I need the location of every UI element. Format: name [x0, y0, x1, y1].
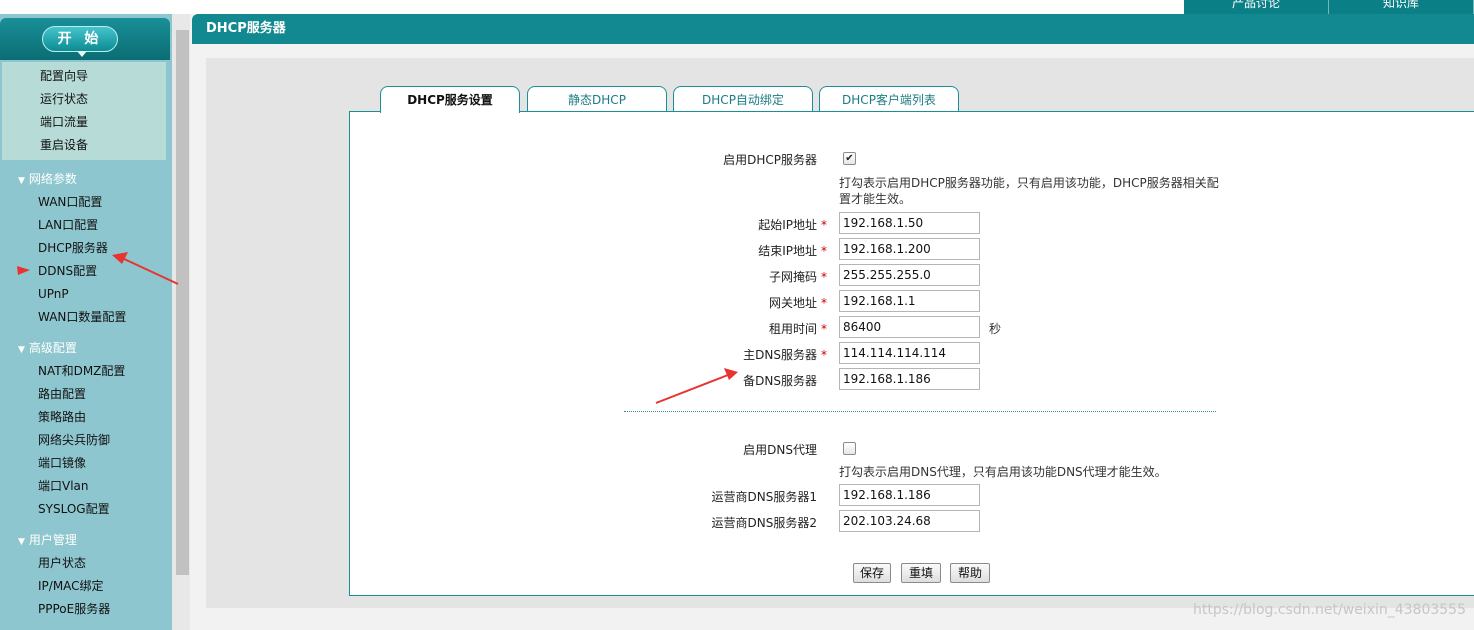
nav-item-nat-dmz[interactable]: NAT和DMZ配置: [0, 360, 172, 383]
top-nav-link-1[interactable]: 产品讨论: [1184, 0, 1329, 14]
nav-item-lan[interactable]: LAN口配置: [0, 214, 172, 237]
sidebar-scrollbar-thumb[interactable]: [176, 30, 189, 575]
top-nav-link-2[interactable]: 知识库: [1329, 0, 1474, 14]
nav-item-defense[interactable]: 网络尖兵防御: [0, 429, 172, 452]
start-button[interactable]: 开 始: [42, 26, 118, 57]
page-title: DHCP服务器: [192, 14, 1474, 44]
enable-dhcp-checkbox[interactable]: ✔: [843, 152, 856, 165]
primary-dns-label: 主DNS服务器 *: [743, 348, 827, 362]
section-divider: [624, 411, 1216, 412]
nav-item-policy-routing[interactable]: 策略路由: [0, 406, 172, 429]
save-button[interactable]: 保存: [853, 563, 891, 583]
nav-item-run-status[interactable]: 运行状态: [2, 88, 166, 111]
nav-item-pppoe-server[interactable]: PPPoE服务器: [0, 598, 172, 621]
nav-item-routing[interactable]: 路由配置: [0, 383, 172, 406]
check-icon: ✔: [845, 153, 854, 164]
tab-dhcp-auto-bind[interactable]: DHCP自动绑定: [673, 86, 813, 112]
nav-item-config-wizard[interactable]: 配置向导: [2, 65, 166, 88]
end-ip-input[interactable]: [839, 238, 980, 260]
nav-item-wan-count[interactable]: WAN口数量配置: [0, 306, 172, 329]
nav-item-port-traffic[interactable]: 端口流量: [2, 111, 166, 134]
quick-menu: 配置向导 运行状态 端口流量 重启设备: [2, 62, 166, 160]
subnet-mask-label: 子网掩码 *: [768, 270, 827, 284]
nav-group-users[interactable]: ▼ 用户管理: [0, 529, 172, 552]
primary-dns-input[interactable]: [839, 342, 980, 364]
nav-item-ddns[interactable]: DDNS配置: [0, 260, 172, 283]
reset-button[interactable]: 重填: [901, 563, 941, 583]
isp-dns1-input[interactable]: [839, 484, 980, 506]
nav-group-label: 高级配置: [28, 341, 77, 355]
triangle-down-icon: ▼: [18, 345, 25, 355]
nav-item-ip-mac-bind[interactable]: IP/MAC绑定: [0, 575, 172, 598]
top-strip: 产品讨论 知识库: [0, 0, 1474, 14]
top-nav: 产品讨论 知识库: [1184, 0, 1474, 14]
subnet-mask-input[interactable]: [839, 264, 980, 286]
secondary-dns-label: 备DNS服务器: [743, 374, 817, 388]
logo: [0, 0, 210, 10]
nav-item-port-vlan[interactable]: 端口Vlan: [0, 475, 172, 498]
sidebar: 开 始 配置向导 运行状态 端口流量 重启设备 ▼ 网络参数 WAN口配置 LAN…: [0, 14, 172, 630]
triangle-down-icon: ▼: [18, 176, 25, 186]
secondary-dns-input[interactable]: [839, 368, 980, 390]
enable-dhcp-label: 启用DHCP服务器: [723, 153, 817, 167]
nav-item-wan[interactable]: WAN口配置: [0, 191, 172, 214]
start-header: 开 始: [0, 18, 170, 60]
gateway-label: 网关地址 *: [768, 296, 827, 310]
enable-dns-proxy-checkbox[interactable]: [843, 442, 856, 455]
gateway-input[interactable]: [839, 290, 980, 312]
nav-item-upnp[interactable]: UPnP: [0, 283, 172, 306]
enable-dhcp-hint: 打勾表示启用DHCP服务器功能，只有启用该功能，DHCP服务器相关配置才能生效。: [839, 176, 1219, 206]
nav-item-user-status[interactable]: 用户状态: [0, 552, 172, 575]
nav-group-advanced[interactable]: ▼ 高级配置: [0, 337, 172, 360]
nav-item-port-mirror[interactable]: 端口镜像: [0, 452, 172, 475]
nav-group-label: 用户管理: [28, 533, 77, 547]
isp-dns1-label: 运营商DNS服务器1: [711, 490, 817, 504]
nav-group-label: 网络参数: [28, 172, 77, 186]
isp-dns2-label: 运营商DNS服务器2: [711, 516, 817, 530]
tab-dhcp-settings[interactable]: DHCP服务设置: [380, 86, 520, 113]
lease-time-label: 租用时间 *: [768, 322, 827, 336]
triangle-down-icon: ▼: [18, 537, 25, 547]
lease-time-input[interactable]: [839, 316, 980, 338]
tab-dhcp-client-list[interactable]: DHCP客户端列表: [819, 86, 959, 112]
nav-group-network[interactable]: ▼ 网络参数: [0, 168, 172, 191]
tab-static-dhcp[interactable]: 静态DHCP: [527, 86, 667, 112]
start-ip-label: 起始IP地址 *: [758, 218, 827, 232]
start-ip-input[interactable]: [839, 212, 980, 234]
end-ip-label: 结束IP地址 *: [758, 244, 827, 258]
help-button[interactable]: 帮助: [950, 563, 990, 583]
nav-item-dhcp[interactable]: DHCP服务器: [0, 237, 172, 260]
enable-dns-proxy-hint: 打勾表示启用DNS代理，只有启用该功能DNS代理才能生效。: [839, 465, 1167, 479]
nav-item-reboot[interactable]: 重启设备: [2, 134, 166, 157]
enable-dns-proxy-label: 启用DNS代理: [743, 443, 817, 457]
lease-time-unit: 秒: [989, 322, 1002, 336]
watermark: https://blog.csdn.net/weixin_43803555: [1192, 602, 1466, 618]
isp-dns2-input[interactable]: [839, 510, 980, 532]
nav-item-syslog[interactable]: SYSLOG配置: [0, 498, 172, 521]
